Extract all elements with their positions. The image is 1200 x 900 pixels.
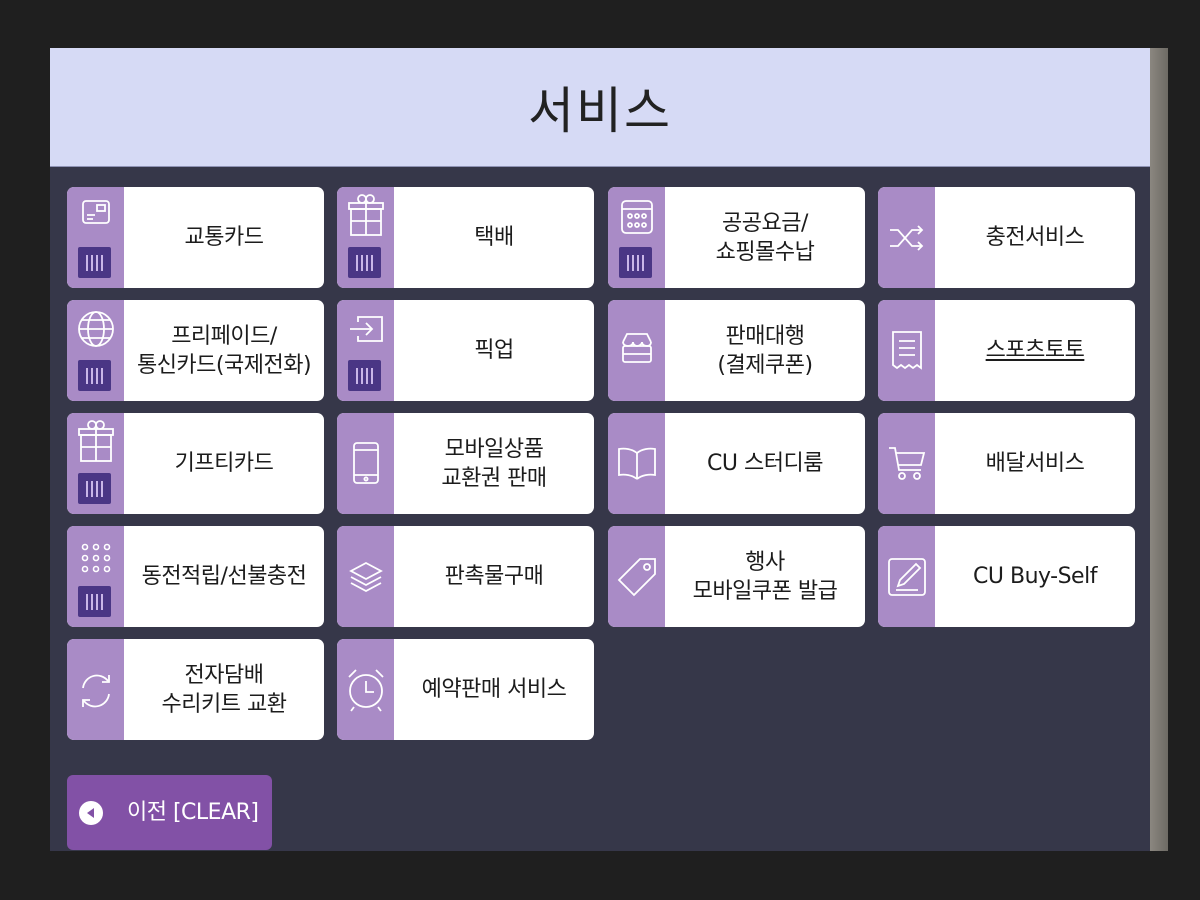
- tile-icon-strip: [337, 526, 394, 627]
- tile-label: 배달서비스: [985, 451, 1085, 476]
- service-tile-delivery[interactable]: 배달서비스: [878, 413, 1135, 514]
- tile-label: 프리페이드/ 통신카드(국제전화): [136, 323, 312, 378]
- service-tile-parcel[interactable]: 택배: [337, 187, 594, 288]
- alarm-clock-icon: [337, 667, 394, 713]
- service-tile-mobile-voucher[interactable]: 모바일상품 교환권 판매: [337, 413, 594, 514]
- tile-label: 교통카드: [184, 225, 264, 250]
- card-payment-badge-icon: [619, 247, 652, 278]
- service-tile-pickup[interactable]: 픽업: [337, 300, 594, 401]
- tile-label: 픽업: [474, 338, 514, 363]
- page-title: 서비스: [528, 82, 672, 140]
- tile-label: 예약판매 서비스: [421, 677, 567, 702]
- kiosk-screen: 서비스 교통카드 택배 공공요금/ 쇼핑몰수납 충전서비스 프리페이드/ 통신카…: [50, 48, 1150, 851]
- tile-icon-strip: [337, 187, 394, 288]
- tile-label: 충전서비스: [985, 225, 1085, 250]
- tile-icon-strip: [67, 413, 124, 514]
- tile-label: 전자담배 수리키트 교환: [161, 662, 287, 717]
- tile-icon-strip: [878, 413, 935, 514]
- service-tile-e-cigarette-repair[interactable]: 전자담배 수리키트 교환: [67, 639, 324, 740]
- cart-icon: [878, 445, 935, 481]
- calculator-icon: [608, 199, 665, 235]
- device-bezel: [1150, 48, 1168, 851]
- receipt-icon: [878, 330, 935, 372]
- service-tile-gifty-card[interactable]: 기프티카드: [67, 413, 324, 514]
- tile-icon-strip: [67, 187, 124, 288]
- layers-icon: [337, 560, 394, 592]
- back-arrow-icon: [79, 801, 103, 825]
- service-tile-transit-card[interactable]: 교통카드: [67, 187, 324, 288]
- shuffle-icon: [878, 225, 935, 251]
- tile-label: 동전적립/선불충전: [141, 564, 307, 589]
- smartphone-icon: [337, 441, 394, 485]
- store-icon: [608, 330, 665, 366]
- card-payment-badge-icon: [348, 247, 381, 278]
- coin-dots-icon: [67, 542, 124, 574]
- refresh-icon: [67, 671, 124, 711]
- tile-label: 공공요금/ 쇼핑몰수납: [715, 210, 815, 265]
- tile-label: 행사 모바일쿠폰 발급: [692, 549, 838, 604]
- service-tile-reservation[interactable]: 예약판매 서비스: [337, 639, 594, 740]
- tile-icon-strip: [608, 413, 665, 514]
- globe-icon: [67, 310, 124, 348]
- tile-label: 스포츠토토: [985, 338, 1085, 363]
- tile-icon-strip: [608, 526, 665, 627]
- service-tile-promo-goods[interactable]: 판촉물구매: [337, 526, 594, 627]
- service-tile-study-room[interactable]: CU 스터디룸: [608, 413, 865, 514]
- tile-icon-strip: [878, 526, 935, 627]
- tile-icon-strip: [337, 639, 394, 740]
- service-tile-utility-bills[interactable]: 공공요금/ 쇼핑몰수납: [608, 187, 865, 288]
- service-tile-prepaid[interactable]: 프리페이드/ 통신카드(국제전화): [67, 300, 324, 401]
- login-arrow-icon: [337, 314, 394, 344]
- card-payment-badge-icon: [348, 360, 381, 391]
- tile-label: 택배: [474, 225, 514, 250]
- service-tile-coin-savings[interactable]: 동전적립/선불충전: [67, 526, 324, 627]
- card-payment-badge-icon: [78, 247, 111, 278]
- service-tile-buy-self[interactable]: CU Buy-Self: [878, 526, 1135, 627]
- tile-icon-strip: [608, 187, 665, 288]
- tile-label: 모바일상품 교환권 판매: [441, 436, 547, 491]
- back-button-label: 이전 [CLEAR]: [127, 800, 259, 825]
- transit-card-icon: [67, 199, 124, 225]
- gift-icon: [67, 419, 124, 465]
- tile-label: 기프티카드: [174, 451, 274, 476]
- service-tile-sales-agency[interactable]: 판매대행 (결제쿠폰): [608, 300, 865, 401]
- tile-icon-strip: [878, 187, 935, 288]
- page-header: 서비스: [50, 48, 1150, 167]
- tile-icon-strip: [67, 526, 124, 627]
- service-tile-charging[interactable]: 충전서비스: [878, 187, 1135, 288]
- tile-label: CU 스터디룸: [707, 451, 823, 476]
- tile-label: 판촉물구매: [444, 564, 544, 589]
- tile-icon-strip: [608, 300, 665, 401]
- card-payment-badge-icon: [78, 360, 111, 391]
- service-tile-sports-toto[interactable]: 스포츠토토: [878, 300, 1135, 401]
- service-tile-event-coupon[interactable]: 행사 모바일쿠폰 발급: [608, 526, 865, 627]
- tile-icon-strip: [337, 300, 394, 401]
- edit-icon: [878, 556, 935, 598]
- tile-icon-strip: [878, 300, 935, 401]
- tile-icon-strip: [67, 639, 124, 740]
- gift-box-icon: [337, 193, 394, 239]
- back-clear-button[interactable]: 이전 [CLEAR]: [67, 775, 272, 850]
- tag-icon: [608, 556, 665, 598]
- tile-label: 판매대행 (결제쿠폰): [717, 323, 813, 378]
- tile-icon-strip: [67, 300, 124, 401]
- card-payment-badge-icon: [78, 586, 111, 617]
- card-payment-badge-icon: [78, 473, 111, 504]
- tile-label: CU Buy-Self: [973, 564, 1097, 589]
- tile-icon-strip: [337, 413, 394, 514]
- book-icon: [608, 445, 665, 481]
